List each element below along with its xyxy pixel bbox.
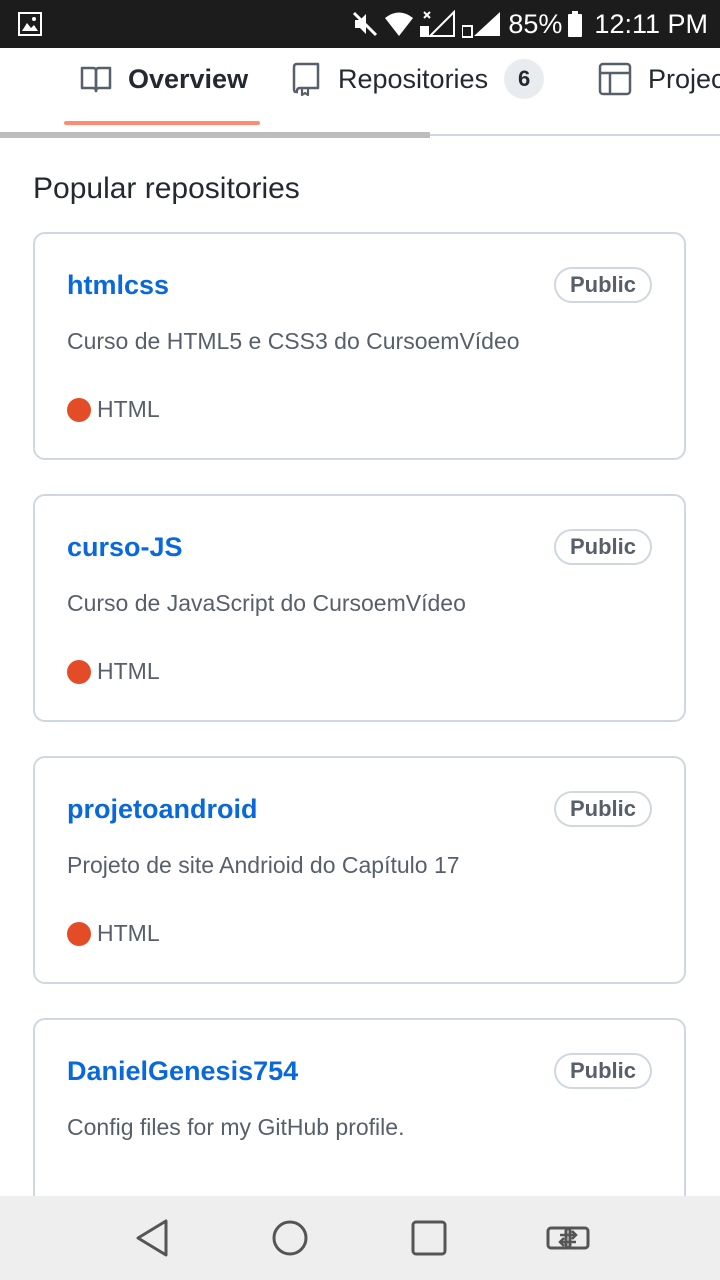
repo-card: htmlcss Public Curso de HTML5 e CSS3 do …	[33, 232, 686, 460]
repo-icon	[292, 62, 320, 96]
repo-language: HTML	[67, 920, 160, 947]
tabs-scrollbar-thumb[interactable]	[0, 132, 430, 138]
repo-card: curso-JS Public Curso de JavaScript do C…	[33, 494, 686, 722]
tab-repositories-label: Repositories	[338, 63, 489, 94]
profile-tabs: Overview Repositories 6 Projec	[0, 48, 720, 144]
repo-language: HTML	[67, 396, 160, 423]
system-navigation-bar	[0, 1196, 720, 1280]
visibility-badge: Public	[553, 791, 652, 827]
language-color-dot	[67, 397, 91, 422]
image-icon	[18, 12, 42, 36]
visibility-badge: Public	[553, 1053, 652, 1089]
mute-icon	[353, 11, 378, 37]
wifi-icon	[385, 12, 414, 36]
repo-card: projetoandroid Public Projeto de site An…	[33, 756, 686, 984]
popular-repositories-heading: Popular repositories	[33, 172, 300, 205]
clock: 12:11 PM	[594, 8, 708, 39]
signal-sim1-icon	[420, 10, 456, 37]
recents-icon	[411, 1220, 447, 1256]
visibility-badge: Public	[553, 267, 652, 303]
back-button[interactable]	[130, 1216, 174, 1260]
switch-app-icon	[546, 1226, 590, 1250]
book-icon	[80, 66, 112, 93]
tab-projects-label: Projec	[648, 63, 720, 94]
repo-name-link[interactable]: DanielGenesis754	[67, 1056, 298, 1087]
back-icon	[136, 1219, 168, 1257]
repositories-count-badge: 6	[504, 59, 545, 99]
tab-overview-label: Overview	[128, 63, 249, 94]
language-name: HTML	[97, 396, 160, 422]
tab-projects[interactable]: Projec	[598, 48, 720, 110]
recents-button[interactable]	[407, 1216, 451, 1260]
home-button[interactable]	[268, 1216, 312, 1260]
repo-name-link[interactable]: curso-JS	[67, 532, 183, 563]
language-name: HTML	[97, 920, 160, 946]
tab-overview[interactable]: Overview	[80, 48, 248, 110]
home-icon	[272, 1220, 308, 1256]
switch-app-button[interactable]	[546, 1216, 590, 1260]
status-icons: 85% 12:11 PM	[352, 0, 708, 48]
tab-repositories[interactable]: Repositories 6	[292, 48, 545, 110]
selected-tab-indicator	[64, 121, 260, 125]
battery-percent: 85%	[508, 8, 563, 39]
language-color-dot	[67, 659, 91, 684]
repo-description: Curso de HTML5 e CSS3 do CursoemVídeo	[67, 328, 520, 354]
battery-icon	[568, 11, 583, 37]
repo-description: Projeto de site Andrioid do Capítulo 17	[67, 852, 460, 878]
project-icon	[598, 62, 632, 96]
repo-name-link[interactable]: htmlcss	[67, 270, 169, 301]
repo-language: HTML	[67, 658, 160, 685]
language-name: HTML	[97, 658, 160, 684]
signal-sim2-icon	[462, 12, 501, 38]
repo-description: Curso de JavaScript do CursoemVídeo	[67, 590, 466, 616]
visibility-badge: Public	[553, 529, 652, 565]
language-color-dot	[67, 921, 91, 946]
status-bar: 85% 12:11 PM	[0, 0, 720, 48]
repo-description: Config files for my GitHub profile.	[67, 1114, 405, 1140]
repo-name-link[interactable]: projetoandroid	[67, 794, 258, 825]
